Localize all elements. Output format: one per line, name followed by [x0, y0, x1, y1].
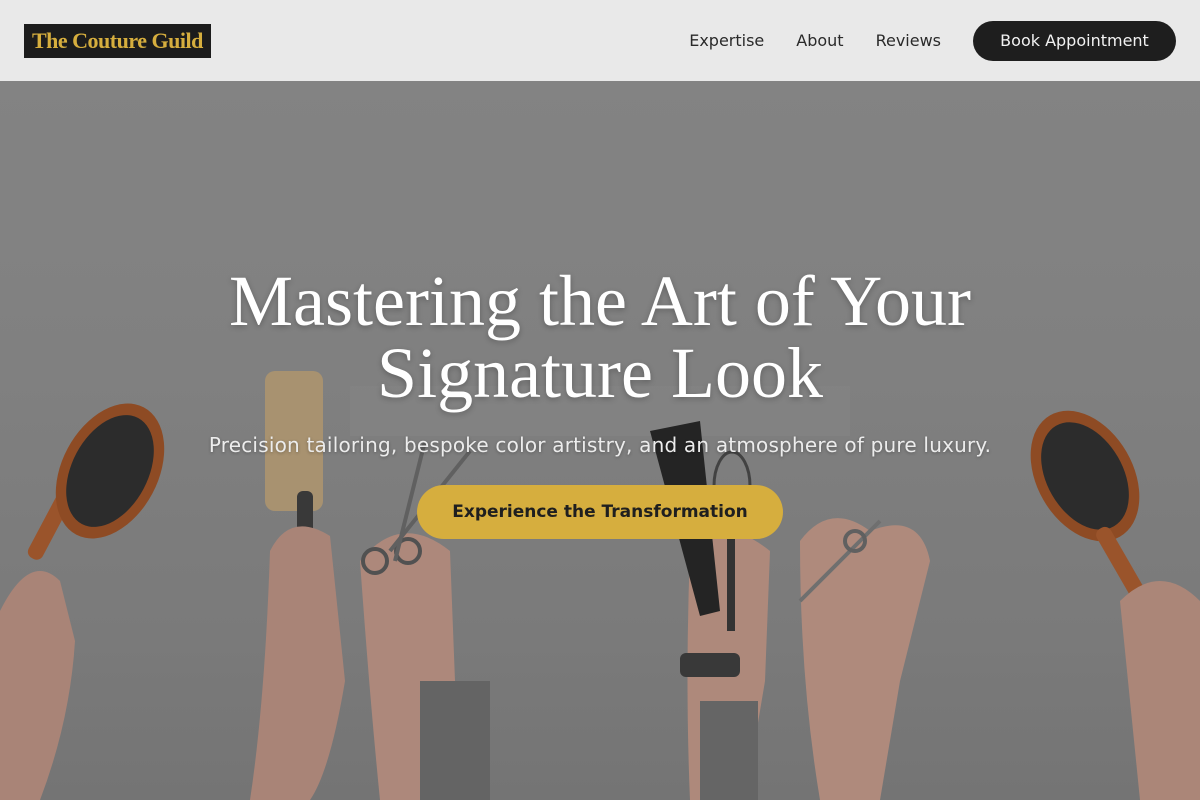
main-nav: Expertise About Reviews Book Appointment: [689, 20, 1176, 61]
top-navbar: The Couture Guild Expertise About Review…: [0, 0, 1200, 81]
nav-link-expertise[interactable]: Expertise: [689, 31, 764, 50]
experience-transformation-button[interactable]: Experience the Transformation: [417, 485, 783, 539]
hero-content: Mastering the Art of Your Signature Look…: [0, 81, 1200, 800]
hero-title: Mastering the Art of Your Signature Look: [229, 261, 971, 413]
book-appointment-button[interactable]: Book Appointment: [973, 20, 1176, 61]
nav-link-reviews[interactable]: Reviews: [876, 31, 941, 50]
nav-link-about[interactable]: About: [796, 31, 843, 50]
brand-logo[interactable]: The Couture Guild: [24, 23, 211, 58]
hero-section: Mastering the Art of Your Signature Look…: [0, 81, 1200, 800]
hero-subtitle: Precision tailoring, bespoke color artis…: [208, 433, 992, 457]
